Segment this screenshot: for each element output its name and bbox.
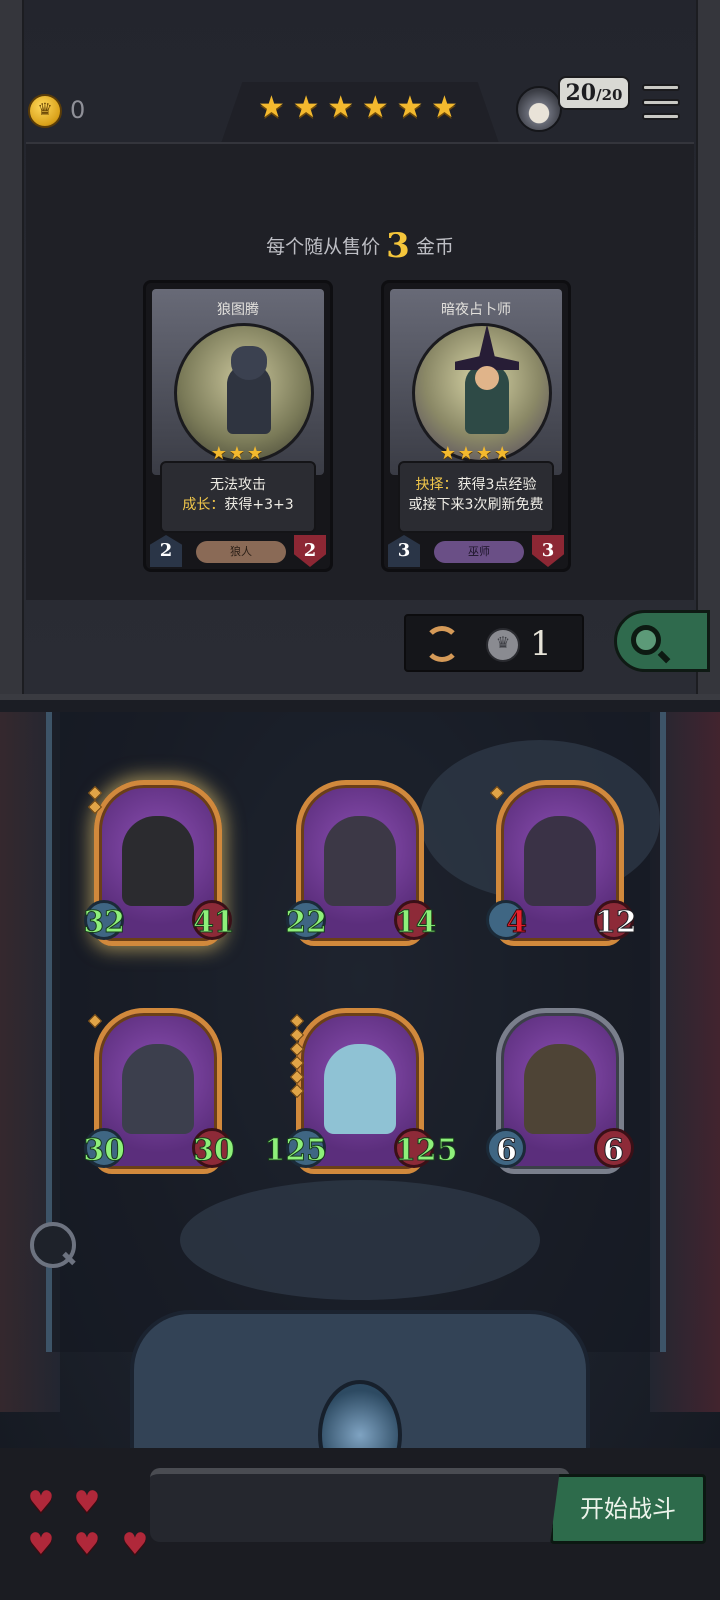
- unit-health-value: 30: [193, 1133, 236, 1169]
- unit-art: [524, 1044, 596, 1134]
- card-description: 抉择：获得3点经验 或接下来3次刷新免费: [398, 461, 554, 533]
- unit-art: [524, 816, 596, 906]
- coin-icon: [486, 628, 520, 662]
- unit-attack: 32: [83, 900, 126, 941]
- menu-icon[interactable]: [642, 84, 680, 120]
- sell-price-note: 每个随从售价 3 金币: [0, 226, 720, 266]
- heart-icon: ♥: [27, 1485, 55, 1520]
- board-unit-werewolf[interactable]: 22 14: [285, 776, 437, 956]
- attack-stat: 2: [150, 535, 182, 567]
- heart-icon: ♥: [73, 1485, 101, 1520]
- coin-count: 0: [70, 96, 86, 124]
- unit-attack-value: 32: [83, 905, 126, 941]
- unit-art: [122, 1044, 194, 1134]
- unit-health-value: 12: [595, 905, 638, 941]
- unit-health: 14: [394, 900, 438, 941]
- board-unit-hooded-mage[interactable]: 30 30: [83, 1004, 235, 1184]
- shop-panel: [26, 142, 694, 600]
- unit-tier-pips: [87, 1013, 103, 1029]
- wolf-totem-portrait: [174, 323, 314, 463]
- desc-line: 无法攻击: [210, 477, 266, 493]
- night-seer-portrait: [412, 323, 552, 463]
- desc-keyword: 抉择：: [415, 477, 458, 493]
- unit-attack-value: 4: [506, 905, 528, 941]
- health-stat: 3: [532, 535, 564, 567]
- unit-attack: 4: [486, 900, 528, 941]
- board-unit-pirate[interactable]: 4 12: [486, 776, 637, 956]
- board-unit-elephant[interactable]: 125 125: [264, 1004, 458, 1184]
- level-max: 20: [601, 86, 623, 104]
- board-search-icon[interactable]: [30, 1222, 76, 1268]
- refresh-icon: [424, 626, 460, 662]
- refresh-cost: 1: [530, 624, 552, 664]
- unit-tier-pips: [489, 785, 505, 801]
- heart-icon: ♥: [73, 1527, 101, 1562]
- star-icon: ★: [431, 90, 458, 125]
- board-unit-wolf[interactable]: 32 41: [83, 776, 235, 956]
- unit-attack: 30: [83, 1128, 126, 1169]
- level-current: 20: [565, 80, 597, 106]
- card-name: 暗夜占卜师: [441, 302, 511, 318]
- hero-avatar[interactable]: [516, 86, 562, 132]
- card-name: 狼图腾: [217, 302, 259, 318]
- refresh-shop-button[interactable]: 1: [404, 614, 584, 672]
- unit-health-value: 125: [395, 1133, 459, 1169]
- unit-health-value: 41: [193, 905, 236, 941]
- unit-health: 41: [192, 900, 236, 941]
- unit-health: 125: [394, 1128, 458, 1169]
- unit-art: [324, 816, 396, 906]
- start-battle-button[interactable]: 开始战斗: [550, 1474, 706, 1544]
- desc-line: 获得+3+3: [224, 497, 294, 513]
- unit-health-value: 14: [395, 905, 438, 941]
- attack-stat: 3: [388, 535, 420, 567]
- shop-card-wolf-totem[interactable]: 狼图腾 ★★★ 无法攻击 成长：获得+3+3 2 狼人 2: [143, 280, 333, 572]
- price-value: 3: [386, 226, 410, 266]
- star-icon: ★: [327, 90, 355, 125]
- heart-icon: ♥: [27, 1527, 55, 1562]
- star-icon: ★: [258, 90, 285, 125]
- desc-keyword: 成长：: [182, 497, 225, 513]
- tribe-label: 狼人: [196, 541, 286, 563]
- unit-attack: 22: [285, 900, 328, 941]
- unit-attack-value: 22: [285, 905, 328, 941]
- unit-attack: 125: [264, 1128, 327, 1169]
- tribe-label: 巫师: [434, 541, 524, 563]
- coin-icon: [28, 94, 62, 128]
- star-icon: ★: [396, 90, 424, 125]
- desc-line: 或接下来3次刷新免费: [408, 497, 544, 513]
- price-prefix: 每个随从售价: [266, 236, 381, 258]
- unit-attack-value: 6: [496, 1133, 518, 1169]
- unit-health-value: 6: [603, 1133, 625, 1169]
- health-stat: 2: [294, 535, 326, 567]
- unit-health: 12: [594, 900, 638, 941]
- desc-line: 获得3点经验: [457, 477, 537, 493]
- star-icon: ★: [361, 90, 389, 125]
- price-suffix: 金币: [415, 236, 454, 258]
- search-icon: [631, 625, 661, 655]
- card-description: 无法攻击 成长：获得+3+3: [160, 461, 316, 533]
- unit-attack: 6: [486, 1128, 526, 1169]
- unit-tier-pips: [289, 1013, 305, 1099]
- unit-attack-value: 30: [83, 1133, 126, 1169]
- unit-health: 30: [192, 1128, 236, 1169]
- unit-art: [324, 1044, 396, 1134]
- search-button[interactable]: [614, 610, 710, 672]
- unit-health: 6: [594, 1128, 634, 1169]
- rail-decoration: [150, 1468, 570, 1542]
- tavern-tier-stars: ★ ★ ★ ★ ★ ★: [258, 88, 458, 128]
- unit-tier-pips: [87, 785, 103, 815]
- board-unit-scarecrow[interactable]: 6 6: [486, 1004, 634, 1184]
- shop-card-night-seer[interactable]: 暗夜占卜师 ★★★★ 抉择：获得3点经验 或接下来3次刷新免费 3 巫师 3: [381, 280, 571, 572]
- level-badge: 20/20: [558, 76, 630, 110]
- heart-icon: ♥: [121, 1527, 149, 1562]
- cloud-decoration: [180, 1180, 540, 1300]
- unit-art: [122, 816, 194, 906]
- star-icon: ★: [292, 90, 320, 125]
- unit-attack-value: 125: [264, 1133, 328, 1169]
